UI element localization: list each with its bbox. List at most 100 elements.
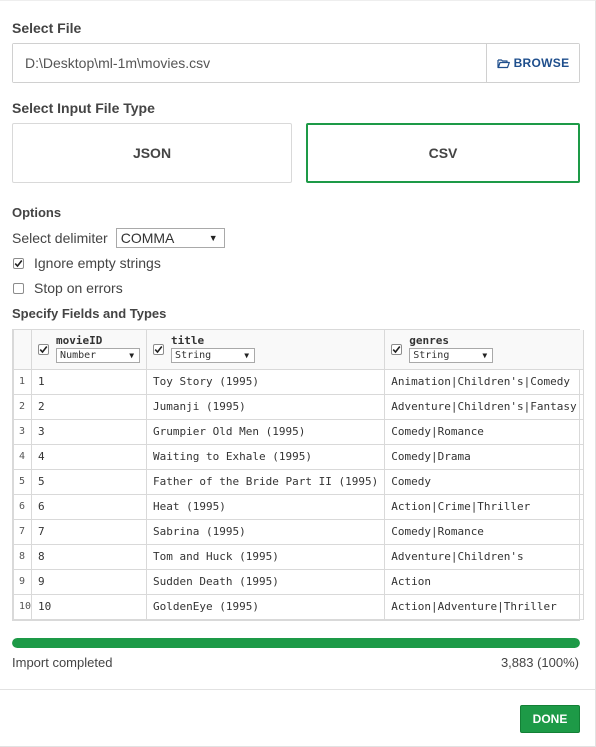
table-cell: 3 bbox=[31, 418, 148, 445]
table-row: 2 2 Jumanji (1995) Adventure|Children's|Fan… bbox=[12, 393, 584, 420]
table-row: 4 4 Waiting to Exhale (1995) Comedy|Drama bbox=[12, 443, 584, 470]
row-number: 10 bbox=[12, 593, 33, 620]
table-cell: 5 bbox=[31, 468, 148, 495]
column-checkbox[interactable] bbox=[38, 344, 50, 355]
select-file-heading: Select File bbox=[12, 20, 82, 36]
row-number: 6 bbox=[12, 493, 33, 520]
caret-down-icon: ▼ bbox=[482, 351, 488, 360]
stop-on-errors-row: Stop on errors bbox=[12, 280, 123, 296]
table-cell: Animation|Children's|Comedy bbox=[384, 369, 584, 395]
column-header-movieid: movieID Number ▼ bbox=[31, 330, 148, 370]
table-cell: Father of the Bride Part II (1995) bbox=[146, 468, 386, 495]
delimiter-select[interactable]: COMMA ▼ bbox=[115, 228, 225, 248]
row-number: 3 bbox=[12, 418, 33, 445]
table-row: 1 1 Toy Story (1995) Animation|Children's|C… bbox=[12, 369, 584, 395]
table-row: 6 6 Heat (1995) Action|Crime|Thriller bbox=[12, 493, 584, 520]
row-number: 9 bbox=[12, 568, 33, 595]
row-number: 1 bbox=[12, 369, 33, 395]
table-row: 9 9 Sudden Death (1995) Action bbox=[12, 568, 584, 595]
table-row: 7 7 Sabrina (1995) Comedy|Romance bbox=[12, 518, 584, 545]
caret-down-icon: ▼ bbox=[244, 351, 250, 360]
fields-heading: Specify Fields and Types bbox=[12, 306, 167, 321]
table-cell: Adventure|Children's bbox=[384, 543, 584, 570]
ignore-empty-row: Ignore empty strings bbox=[12, 255, 161, 271]
table-cell: 7 bbox=[31, 518, 148, 545]
file-picker: BROWSE bbox=[12, 43, 580, 83]
import-progress-bar bbox=[12, 638, 580, 648]
row-number: 8 bbox=[12, 543, 33, 570]
browse-label: BROWSE bbox=[513, 56, 570, 70]
column-name: movieID bbox=[56, 334, 103, 347]
table-cell: Comedy|Romance bbox=[384, 418, 584, 445]
table-cell: Comedy|Romance bbox=[384, 518, 584, 545]
json-type-button[interactable]: JSON bbox=[12, 123, 292, 183]
table-cell: Grumpier Old Men (1995) bbox=[146, 418, 386, 445]
import-status-text: Import completed bbox=[12, 655, 113, 670]
column-type-value: String bbox=[413, 350, 450, 361]
footer-divider bbox=[0, 689, 596, 690]
table-cell: 9 bbox=[31, 568, 148, 595]
rownum-header bbox=[12, 330, 33, 370]
csv-type-button[interactable]: CSV bbox=[306, 123, 580, 183]
stop-on-errors-label: Stop on errors bbox=[34, 280, 123, 296]
options-heading: Options bbox=[12, 205, 62, 220]
table-cell: Sudden Death (1995) bbox=[146, 568, 386, 595]
column-type-select[interactable]: String ▼ bbox=[171, 348, 256, 363]
caret-down-icon: ▼ bbox=[208, 233, 218, 243]
table-cell: Heat (1995) bbox=[146, 493, 386, 520]
row-number: 4 bbox=[12, 443, 33, 470]
fields-table: movieID Number ▼ title String ▼ genres S… bbox=[12, 329, 584, 621]
table-cell: Jumanji (1995) bbox=[146, 393, 386, 420]
column-name: genres bbox=[409, 334, 449, 347]
progress-fill bbox=[12, 638, 580, 648]
table-cell: 2 bbox=[31, 393, 148, 420]
ignore-empty-label: Ignore empty strings bbox=[34, 255, 161, 271]
folder-open-icon bbox=[496, 58, 510, 68]
column-name: title bbox=[171, 334, 205, 347]
table-cell: Sabrina (1995) bbox=[146, 518, 386, 545]
table-cell: Waiting to Exhale (1995) bbox=[146, 443, 386, 470]
delimiter-value: COMMA bbox=[120, 230, 175, 246]
table-row: 3 3 Grumpier Old Men (1995) Comedy|Romance bbox=[12, 418, 584, 445]
row-number: 2 bbox=[12, 393, 33, 420]
table-cell: Toy Story (1995) bbox=[146, 369, 386, 395]
row-number: 5 bbox=[12, 468, 33, 495]
caret-down-icon: ▼ bbox=[129, 351, 135, 360]
table-cell: 10 bbox=[31, 593, 148, 620]
table-cell: 8 bbox=[31, 543, 148, 570]
checkmark-icon bbox=[154, 346, 163, 354]
table-cell: Adventure|Children's|Fantasy bbox=[384, 393, 584, 420]
table-row: 8 8 Tom and Huck (1995) Adventure|Children'… bbox=[12, 543, 584, 570]
file-path-input[interactable] bbox=[13, 44, 486, 82]
column-header-genres: genres String ▼ bbox=[384, 330, 584, 370]
table-cell: Action bbox=[384, 568, 584, 595]
checkmark-icon bbox=[392, 346, 401, 354]
table-cell: GoldenEye (1995) bbox=[146, 593, 386, 620]
checkmark-icon bbox=[39, 346, 48, 354]
table-cell: Action|Crime|Thriller bbox=[384, 493, 584, 520]
table-cell: 1 bbox=[31, 369, 148, 395]
table-cell: Comedy bbox=[384, 468, 584, 495]
table-cell: 6 bbox=[31, 493, 148, 520]
column-type-select[interactable]: String ▼ bbox=[409, 348, 494, 363]
done-button[interactable]: DONE bbox=[520, 705, 580, 733]
table-cell: Tom and Huck (1995) bbox=[146, 543, 386, 570]
column-header-title: title String ▼ bbox=[146, 330, 386, 370]
table-row: 5 5 Father of the Bride Part II (1995) Come… bbox=[12, 468, 584, 495]
column-checkbox[interactable] bbox=[153, 344, 165, 355]
import-count-text: 3,883 (100%) bbox=[500, 655, 579, 670]
table-row: 10 10 GoldenEye (1995) Action|Adventure|Thr… bbox=[12, 593, 584, 620]
column-type-select[interactable]: Number ▼ bbox=[56, 348, 141, 363]
delimiter-label: Select delimiter bbox=[12, 230, 108, 246]
column-type-value: String bbox=[175, 350, 212, 361]
import-dialog: Select File BROWSE Select Input File Typ… bbox=[0, 0, 596, 747]
column-type-value: Number bbox=[60, 350, 97, 361]
stop-on-errors-checkbox[interactable] bbox=[13, 282, 24, 294]
browse-button[interactable]: BROWSE bbox=[486, 44, 579, 82]
checkmark-icon bbox=[14, 259, 23, 267]
table-cell: Action|Adventure|Thriller bbox=[384, 593, 584, 620]
delimiter-row: Select delimiter COMMA ▼ bbox=[12, 228, 225, 248]
ignore-empty-checkbox[interactable] bbox=[13, 257, 24, 269]
column-checkbox[interactable] bbox=[391, 344, 403, 355]
input-type-heading: Select Input File Type bbox=[12, 100, 155, 116]
